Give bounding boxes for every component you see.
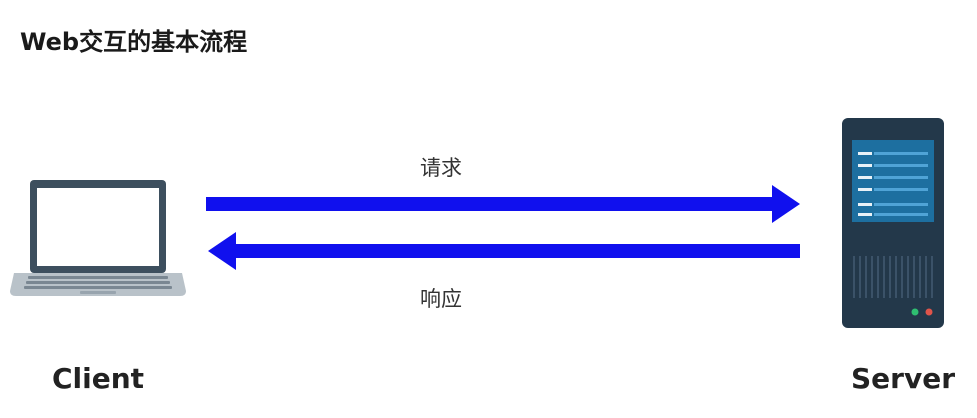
laptop-keyboard xyxy=(24,276,172,289)
response-arrow xyxy=(208,232,800,270)
request-arrow xyxy=(206,185,800,223)
response-label: 响应 xyxy=(420,287,462,311)
laptop-icon xyxy=(10,180,186,296)
server-icon xyxy=(842,118,944,328)
laptop-screen xyxy=(37,188,159,266)
request-label: 请求 xyxy=(420,156,462,180)
server-label: Server xyxy=(851,362,956,395)
diagram-canvas xyxy=(10,118,944,328)
server-led-red xyxy=(925,308,933,316)
laptop-touchpad xyxy=(80,291,116,294)
client-label: Client xyxy=(52,362,145,395)
server-led-green xyxy=(911,308,919,316)
